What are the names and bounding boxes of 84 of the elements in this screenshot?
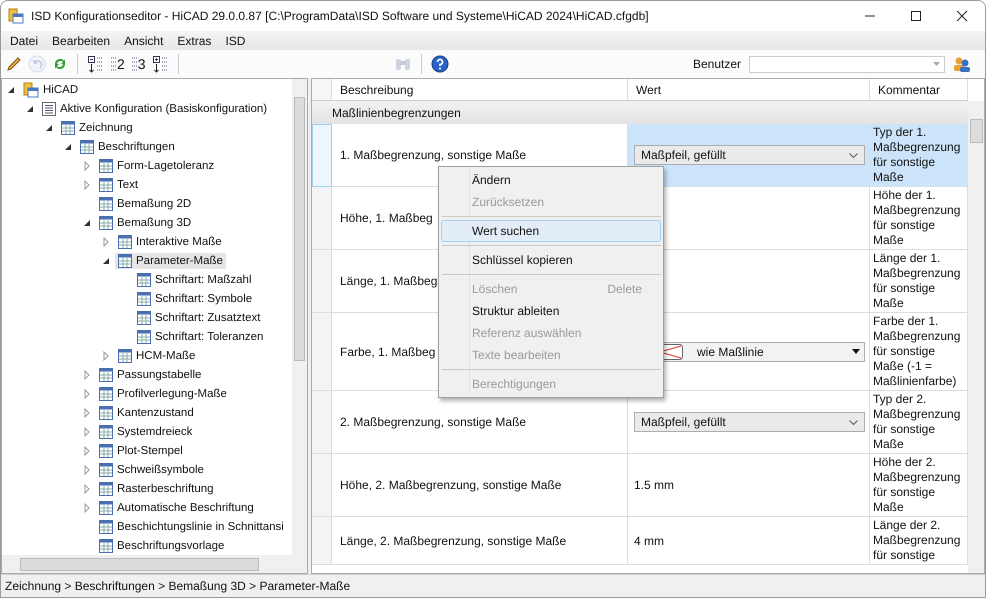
tree-item[interactable]: Schriftart: Toleranzen	[134, 328, 266, 344]
tree-item[interactable]: Bemaßung 3D	[96, 214, 194, 230]
collapsed-arrow-icon[interactable]	[82, 484, 92, 494]
menu-item[interactable]: Bearbeiten	[45, 34, 118, 48]
tree-item[interactable]: Aktive Konfiguration (Basiskonfiguration)	[39, 100, 270, 116]
tree-item[interactable]: Parameter-Maße	[115, 252, 226, 268]
context-menu-item[interactable]: Wert suchen	[441, 220, 661, 242]
level-button[interactable]: 2	[110, 56, 125, 72]
expanded-arrow-icon[interactable]	[101, 256, 111, 266]
collapsed-arrow-icon[interactable]	[82, 426, 92, 436]
collapse-all-icon[interactable]	[87, 55, 104, 73]
tree-item[interactable]: Interaktive Maße	[115, 234, 225, 250]
window-title: ISD Konfigurationseditor - HiCAD 29.0.0.87 [C:\ProgramData\ISD Software und Systeme\HiCAD 2024\HiCAD.cfgdb]	[31, 9, 649, 23]
column-header[interactable]: Kommentar	[870, 79, 968, 101]
tree-item[interactable]: Plot-Stempel	[96, 442, 186, 458]
tree-item[interactable]: Beschriftungsvorlage	[96, 538, 228, 554]
collapsed-arrow-icon[interactable]	[82, 408, 92, 418]
tree-item[interactable]: Beschriftungen	[77, 138, 178, 154]
dropdown-arrow-icon	[933, 62, 940, 66]
tree-item[interactable]: Profilverlegung-Maße	[96, 386, 230, 402]
collapsed-arrow-icon[interactable]	[82, 446, 92, 456]
tree-item[interactable]: Schriftart: Zusatztext	[134, 310, 264, 326]
user-dropdown[interactable]	[749, 56, 945, 72]
table-cell: Höhe, 2. Maßbegrenzung, sonstige Maße	[332, 454, 628, 517]
collapsed-arrow-icon[interactable]	[82, 180, 92, 190]
help-icon[interactable]	[430, 55, 449, 73]
tree-item[interactable]: HiCAD	[20, 80, 82, 98]
menu-item[interactable]: Extras	[170, 34, 218, 48]
scrollbar[interactable]	[2, 555, 307, 573]
menu-item[interactable]: Datei	[3, 34, 46, 48]
value-dropdown[interactable]: Maßpfeil, gefüllt	[634, 145, 865, 165]
list-lines-icon	[110, 56, 117, 72]
expanded-arrow-icon[interactable]	[82, 218, 92, 228]
expand-all-icon[interactable]	[152, 55, 169, 73]
collapsed-arrow-icon[interactable]	[82, 388, 92, 398]
column-header[interactable]: Beschreibung	[332, 79, 628, 101]
chevron-icon	[849, 420, 858, 424]
status-text: Zeichnung > Beschriftungen > Bemaßung 3D > Parameter-Maße	[5, 579, 350, 593]
scrollbar[interactable]	[968, 101, 984, 573]
expanded-arrow-icon[interactable]	[25, 104, 35, 114]
user-label: Benutzer	[692, 57, 741, 71]
collapsed-arrow-icon[interactable]	[101, 350, 111, 360]
app-icon	[8, 8, 24, 24]
tree-item[interactable]: Schriftart: Symbole	[134, 290, 256, 306]
tree-item[interactable]: Bemaßung 2D	[96, 196, 194, 212]
collapsed-arrow-icon[interactable]	[82, 370, 92, 380]
tree-item[interactable]: Schriftart: Maßzahl	[134, 272, 254, 288]
tree-item[interactable]: Passungstabelle	[96, 366, 204, 382]
table-cell: 1.5 mm	[634, 478, 674, 492]
expanded-arrow-icon[interactable]	[63, 142, 73, 152]
tree-item[interactable]: Form-Lagetoleranz	[96, 158, 218, 174]
collapsed-arrow-icon[interactable]	[82, 502, 92, 512]
menu-item[interactable]: ISD	[218, 34, 252, 48]
row-header[interactable]	[312, 124, 332, 187]
scrollbar[interactable]	[292, 79, 307, 555]
expanded-arrow-icon[interactable]	[6, 84, 16, 94]
pencil-icon[interactable]	[6, 56, 22, 72]
collapsed-arrow-icon[interactable]	[82, 464, 92, 474]
group-header[interactable]: Maßlinienbegrenzungen	[312, 101, 968, 124]
tree-item[interactable]: Zeichnung	[58, 120, 136, 136]
table-cell: 4 mm	[634, 534, 664, 548]
tree-item[interactable]: Text	[96, 176, 142, 192]
list-lines-icon	[130, 56, 138, 72]
tree-item[interactable]: Schweißsymbole	[96, 462, 207, 478]
dropdown-arrow-icon	[852, 349, 860, 354]
corner-cell[interactable]	[312, 79, 332, 101]
tree-item[interactable]: Systemdreieck	[96, 424, 196, 440]
refresh-icon[interactable]	[52, 56, 68, 72]
tree-item[interactable]: Automatische Beschriftung	[96, 500, 257, 516]
chevron-icon	[849, 152, 858, 158]
level-button[interactable]: 3	[130, 56, 146, 72]
value-dropdown[interactable]: Maßpfeil, gefüllt	[634, 412, 865, 432]
table-cell: Länge, 2. Maßbegrenzung, sonstige Maße	[332, 517, 628, 565]
tree-item[interactable]: HCM-Maße	[115, 348, 198, 364]
tree-item[interactable]: Beschichtungslinie in Schnittansi	[96, 518, 287, 534]
tree-item[interactable]: Kantenzustand	[96, 404, 197, 420]
menu-item[interactable]: Ansicht	[117, 34, 170, 48]
expanded-arrow-icon[interactable]	[44, 122, 54, 132]
table-cell: Typ der 1. Maßbegrenzung für sonstige Maße	[870, 124, 968, 187]
tree-item[interactable]: Rasterbeschriftung	[96, 480, 217, 496]
collapsed-arrow-icon[interactable]	[101, 236, 111, 246]
users-icon[interactable]	[953, 56, 971, 72]
column-header[interactable]: Wert	[628, 79, 870, 101]
collapsed-arrow-icon[interactable]	[82, 160, 92, 170]
